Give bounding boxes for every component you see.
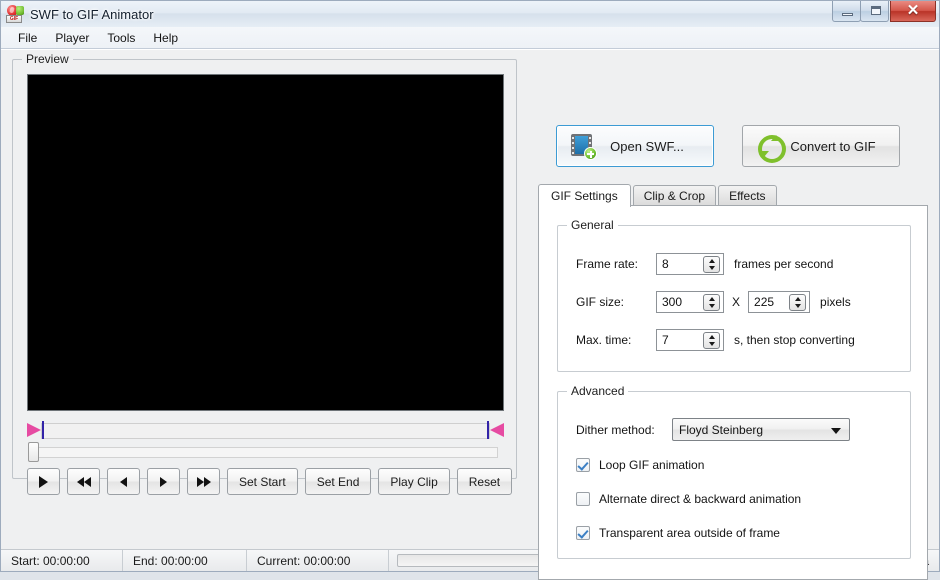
open-swf-label: Open SWF... xyxy=(597,139,713,154)
menu-item-player[interactable]: Player xyxy=(46,28,98,48)
position-slider-thumb[interactable] xyxy=(28,442,39,462)
loop-gif-checkbox[interactable] xyxy=(576,458,590,472)
gif-height-spinner[interactable] xyxy=(748,291,810,313)
tab-clip-crop[interactable]: Clip & Crop xyxy=(633,185,716,206)
close-button[interactable]: ✕ xyxy=(890,1,936,22)
recycle-arrows-icon xyxy=(755,132,783,160)
menu-bar: File Player Tools Help xyxy=(1,27,939,49)
frame-rate-spin-down[interactable] xyxy=(704,265,719,273)
frame-rate-suffix: frames per second xyxy=(734,257,833,271)
position-slider[interactable] xyxy=(27,442,504,462)
alternate-animation-label: Alternate direct & backward animation xyxy=(599,492,801,506)
client-area: Preview xyxy=(1,49,939,549)
next-frame-button[interactable] xyxy=(147,468,180,495)
playback-button-row: Set Start Set End Play Clip Reset xyxy=(27,468,512,495)
dither-method-value: Floyd Steinberg xyxy=(679,423,763,437)
play-clip-button[interactable]: Play Clip xyxy=(378,468,449,495)
transparent-area-label: Transparent area outside of frame xyxy=(599,526,780,540)
film-add-icon xyxy=(569,132,597,160)
menu-item-file[interactable]: File xyxy=(9,28,46,48)
swf-to-gif-app-icon: GIF xyxy=(6,5,24,23)
advanced-group: Advanced Dither method: Floyd Steinberg … xyxy=(557,391,911,559)
convert-to-gif-button[interactable]: Convert to GIF xyxy=(742,125,900,167)
window-title: SWF to GIF Animator xyxy=(30,7,154,22)
trim-bar xyxy=(27,420,504,442)
menu-item-help[interactable]: Help xyxy=(144,28,187,48)
transparent-area-checkbox[interactable] xyxy=(576,526,590,540)
menu-item-tools[interactable]: Tools xyxy=(98,28,144,48)
gif-height-spin-down[interactable] xyxy=(790,303,805,311)
trim-start-marker[interactable] xyxy=(27,420,51,441)
gif-width-spin-buttons[interactable] xyxy=(703,294,720,311)
step-back-icon xyxy=(120,477,127,487)
max-time-spin-up[interactable] xyxy=(704,333,719,341)
window-controls: ✕ xyxy=(833,1,936,23)
chevron-down-icon xyxy=(831,428,841,434)
rewind-button[interactable] xyxy=(67,468,100,495)
settings-tabstrip: GIF Settings Clip & Crop Effects xyxy=(538,185,928,206)
title-bar: GIF SWF to GIF Animator ✕ xyxy=(1,1,939,27)
status-current-time: Current: 00:00:00 xyxy=(247,550,389,571)
gif-size-suffix: pixels xyxy=(820,295,851,309)
open-swf-button[interactable]: Open SWF... xyxy=(556,125,714,167)
minimize-button[interactable] xyxy=(832,1,861,22)
gif-size-label: GIF size: xyxy=(576,295,656,309)
alternate-animation-checkbox[interactable] xyxy=(576,492,590,506)
preview-group: Preview xyxy=(12,59,517,479)
frame-rate-spin-buttons[interactable] xyxy=(703,256,720,273)
loop-gif-label: Loop GIF animation xyxy=(599,458,704,472)
reset-button[interactable]: Reset xyxy=(457,468,512,495)
max-time-spinner[interactable] xyxy=(656,329,724,351)
status-start-time: Start: 00:00:00 xyxy=(1,550,123,571)
convert-to-gif-label: Convert to GIF xyxy=(783,139,899,154)
max-time-spin-buttons[interactable] xyxy=(703,332,720,349)
gif-height-spin-buttons[interactable] xyxy=(789,294,806,311)
preview-screen[interactable] xyxy=(27,74,504,411)
trim-track[interactable] xyxy=(41,423,490,439)
gif-height-spin-up[interactable] xyxy=(790,295,805,303)
fast-forward-icon xyxy=(197,477,211,487)
set-end-button[interactable]: Set End xyxy=(305,468,372,495)
general-group-title: General xyxy=(567,218,618,232)
fast-forward-button[interactable] xyxy=(187,468,220,495)
trim-end-marker[interactable] xyxy=(480,420,504,441)
gif-size-separator: X xyxy=(732,295,740,309)
gif-width-spin-up[interactable] xyxy=(704,295,719,303)
frame-rate-spinner[interactable] xyxy=(656,253,724,275)
application-window: GIF SWF to GIF Animator ✕ File Player To… xyxy=(0,0,940,572)
frame-rate-spin-up[interactable] xyxy=(704,257,719,265)
set-start-button[interactable]: Set Start xyxy=(227,468,298,495)
play-icon xyxy=(39,476,48,488)
previous-frame-button[interactable] xyxy=(107,468,140,495)
tab-gif-settings[interactable]: GIF Settings xyxy=(538,184,631,207)
gif-width-spin-down[interactable] xyxy=(704,303,719,311)
maximize-button[interactable] xyxy=(860,1,889,22)
tab-effects[interactable]: Effects xyxy=(718,185,776,206)
max-time-suffix: s, then stop converting xyxy=(734,333,855,347)
close-icon: ✕ xyxy=(891,1,935,21)
gif-width-spinner[interactable] xyxy=(656,291,724,313)
status-end-time: End: 00:00:00 xyxy=(123,550,247,571)
gif-settings-panel: General Frame rate: frames per second GI… xyxy=(538,205,928,580)
general-group: General Frame rate: frames per second GI… xyxy=(557,225,911,372)
rewind-icon xyxy=(77,477,91,487)
max-time-label: Max. time: xyxy=(576,333,656,347)
dither-method-select[interactable]: Floyd Steinberg xyxy=(672,418,850,441)
dither-method-label: Dither method: xyxy=(576,423,672,437)
frame-rate-label: Frame rate: xyxy=(576,257,656,271)
step-forward-icon xyxy=(160,477,167,487)
play-button[interactable] xyxy=(27,468,60,495)
preview-group-title: Preview xyxy=(22,52,73,66)
position-slider-track xyxy=(33,447,498,458)
advanced-group-title: Advanced xyxy=(567,384,628,398)
max-time-spin-down[interactable] xyxy=(704,341,719,349)
